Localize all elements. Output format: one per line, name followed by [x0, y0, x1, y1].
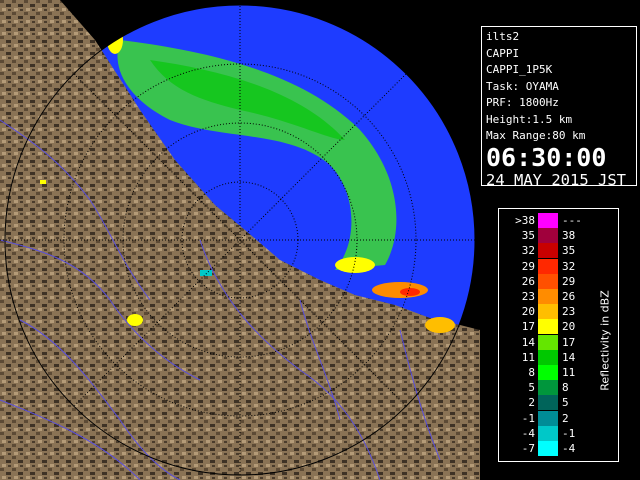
legend-upper-bound: -1: [562, 426, 576, 440]
legend-swatch: [538, 243, 558, 259]
radar-info-panel: ilts2 CAPPI CAPPI_1P5K Task: OYAMA PRF: …: [481, 26, 637, 189]
legend-unit-label: Reflectivity in dBZ: [595, 269, 615, 419]
observation-time: 06:30:00: [486, 142, 607, 172]
legend-swatch: [538, 213, 558, 228]
legend-swatch: [538, 334, 558, 350]
legend-upper-bound: 17: [562, 335, 576, 349]
height-value: Height:1.5 km: [486, 112, 573, 126]
legend-swatch: [538, 304, 558, 320]
echo-cell: [335, 257, 375, 273]
legend-upper-bound: -4: [562, 442, 576, 455]
legend-upper-bound: 23: [562, 305, 576, 319]
legend-unit-text: Reflectivity in dBZ: [598, 290, 612, 391]
legend-swatch: [538, 319, 558, 335]
legend-upper-bound: 29: [562, 274, 576, 288]
legend-row: 8 11: [499, 365, 599, 380]
legend-lower-bound: 29: [521, 259, 535, 273]
legend-row: 20 23: [499, 304, 599, 320]
legend-row: 58: [499, 380, 599, 396]
legend-row: 29 32: [499, 258, 599, 274]
legend-swatch: [538, 365, 558, 380]
legend-row: 35 38: [499, 228, 599, 244]
legend-lower-bound: 5: [528, 381, 535, 395]
legend-lower-bound: >38: [515, 214, 535, 227]
legend-row: 17 20: [499, 319, 599, 335]
legend-swatch: [538, 349, 558, 365]
legend-lower-bound: 26: [521, 274, 535, 288]
legend-upper-bound: ---: [562, 214, 582, 227]
legend-upper-bound: 8: [562, 381, 569, 395]
legend-upper-bound: 32: [562, 259, 576, 273]
legend-row: >38 ---: [499, 213, 599, 228]
radar-map[interactable]: [0, 0, 480, 480]
legend-swatch: [538, 380, 558, 396]
legend-row: 23 26: [499, 289, 599, 304]
radar-map-canvas: [0, 0, 480, 480]
legend-lower-bound: 8: [528, 366, 535, 379]
legend-swatch: [538, 410, 558, 426]
legend-lower-bound: -1: [521, 411, 535, 425]
legend-lower-bound: 23: [521, 290, 535, 303]
legend-upper-bound: 2: [562, 411, 569, 425]
task-name: Task: OYAMA: [486, 79, 559, 93]
legend-lower-bound: 14: [521, 335, 535, 349]
legend-upper-bound: 14: [562, 350, 576, 364]
prf-value: PRF: 1800Hz: [486, 96, 559, 109]
legend-swatch: [538, 425, 558, 441]
legend-lower-bound: 20: [521, 305, 535, 319]
legend-row: -4 -1: [499, 425, 599, 441]
legend-lower-bound: 35: [521, 229, 535, 243]
station-name: ilts2: [486, 30, 520, 43]
legend-lower-bound: 32: [521, 244, 535, 258]
product-name: CAPPI: [486, 46, 520, 60]
legend-upper-bound: 26: [562, 290, 576, 303]
legend-swatch: [538, 258, 558, 274]
legend-upper-bound: 38: [562, 229, 576, 243]
product-code: CAPPI_1P5K: [486, 63, 553, 76]
reflectivity-legend: >38 --- 35 38 32 35 29 32 26 29 23 26 20 23 17 20 14 17 11…: [498, 208, 619, 462]
legend-swatch: [538, 289, 558, 304]
legend-lower-bound: 17: [521, 320, 535, 334]
legend-row: 32 35: [499, 243, 599, 259]
legend-row: 14 17: [499, 334, 599, 350]
legend-row: 26 29: [499, 273, 599, 289]
legend-upper-bound: 11: [562, 366, 576, 379]
observation-date: 24 MAY 2015 JST: [486, 170, 626, 189]
legend-row: 11 14: [499, 349, 599, 365]
legend-swatch: [538, 228, 558, 244]
legend-row: -1 2: [499, 410, 599, 426]
legend-lower-bound: -7: [521, 442, 535, 455]
legend-upper-bound: 5: [562, 396, 569, 410]
legend-lower-bound: 11: [521, 350, 535, 364]
legend-lower-bound: -4: [521, 426, 535, 440]
legend-swatch: [538, 273, 558, 289]
legend-upper-bound: 20: [562, 320, 576, 334]
legend-row: 25: [499, 395, 599, 411]
legend-swatch: [538, 441, 558, 456]
legend-swatch: [538, 395, 558, 411]
legend-upper-bound: 35: [562, 244, 576, 258]
legend-lower-bound: 2: [528, 396, 535, 410]
legend-row: -7 -4: [499, 441, 599, 456]
